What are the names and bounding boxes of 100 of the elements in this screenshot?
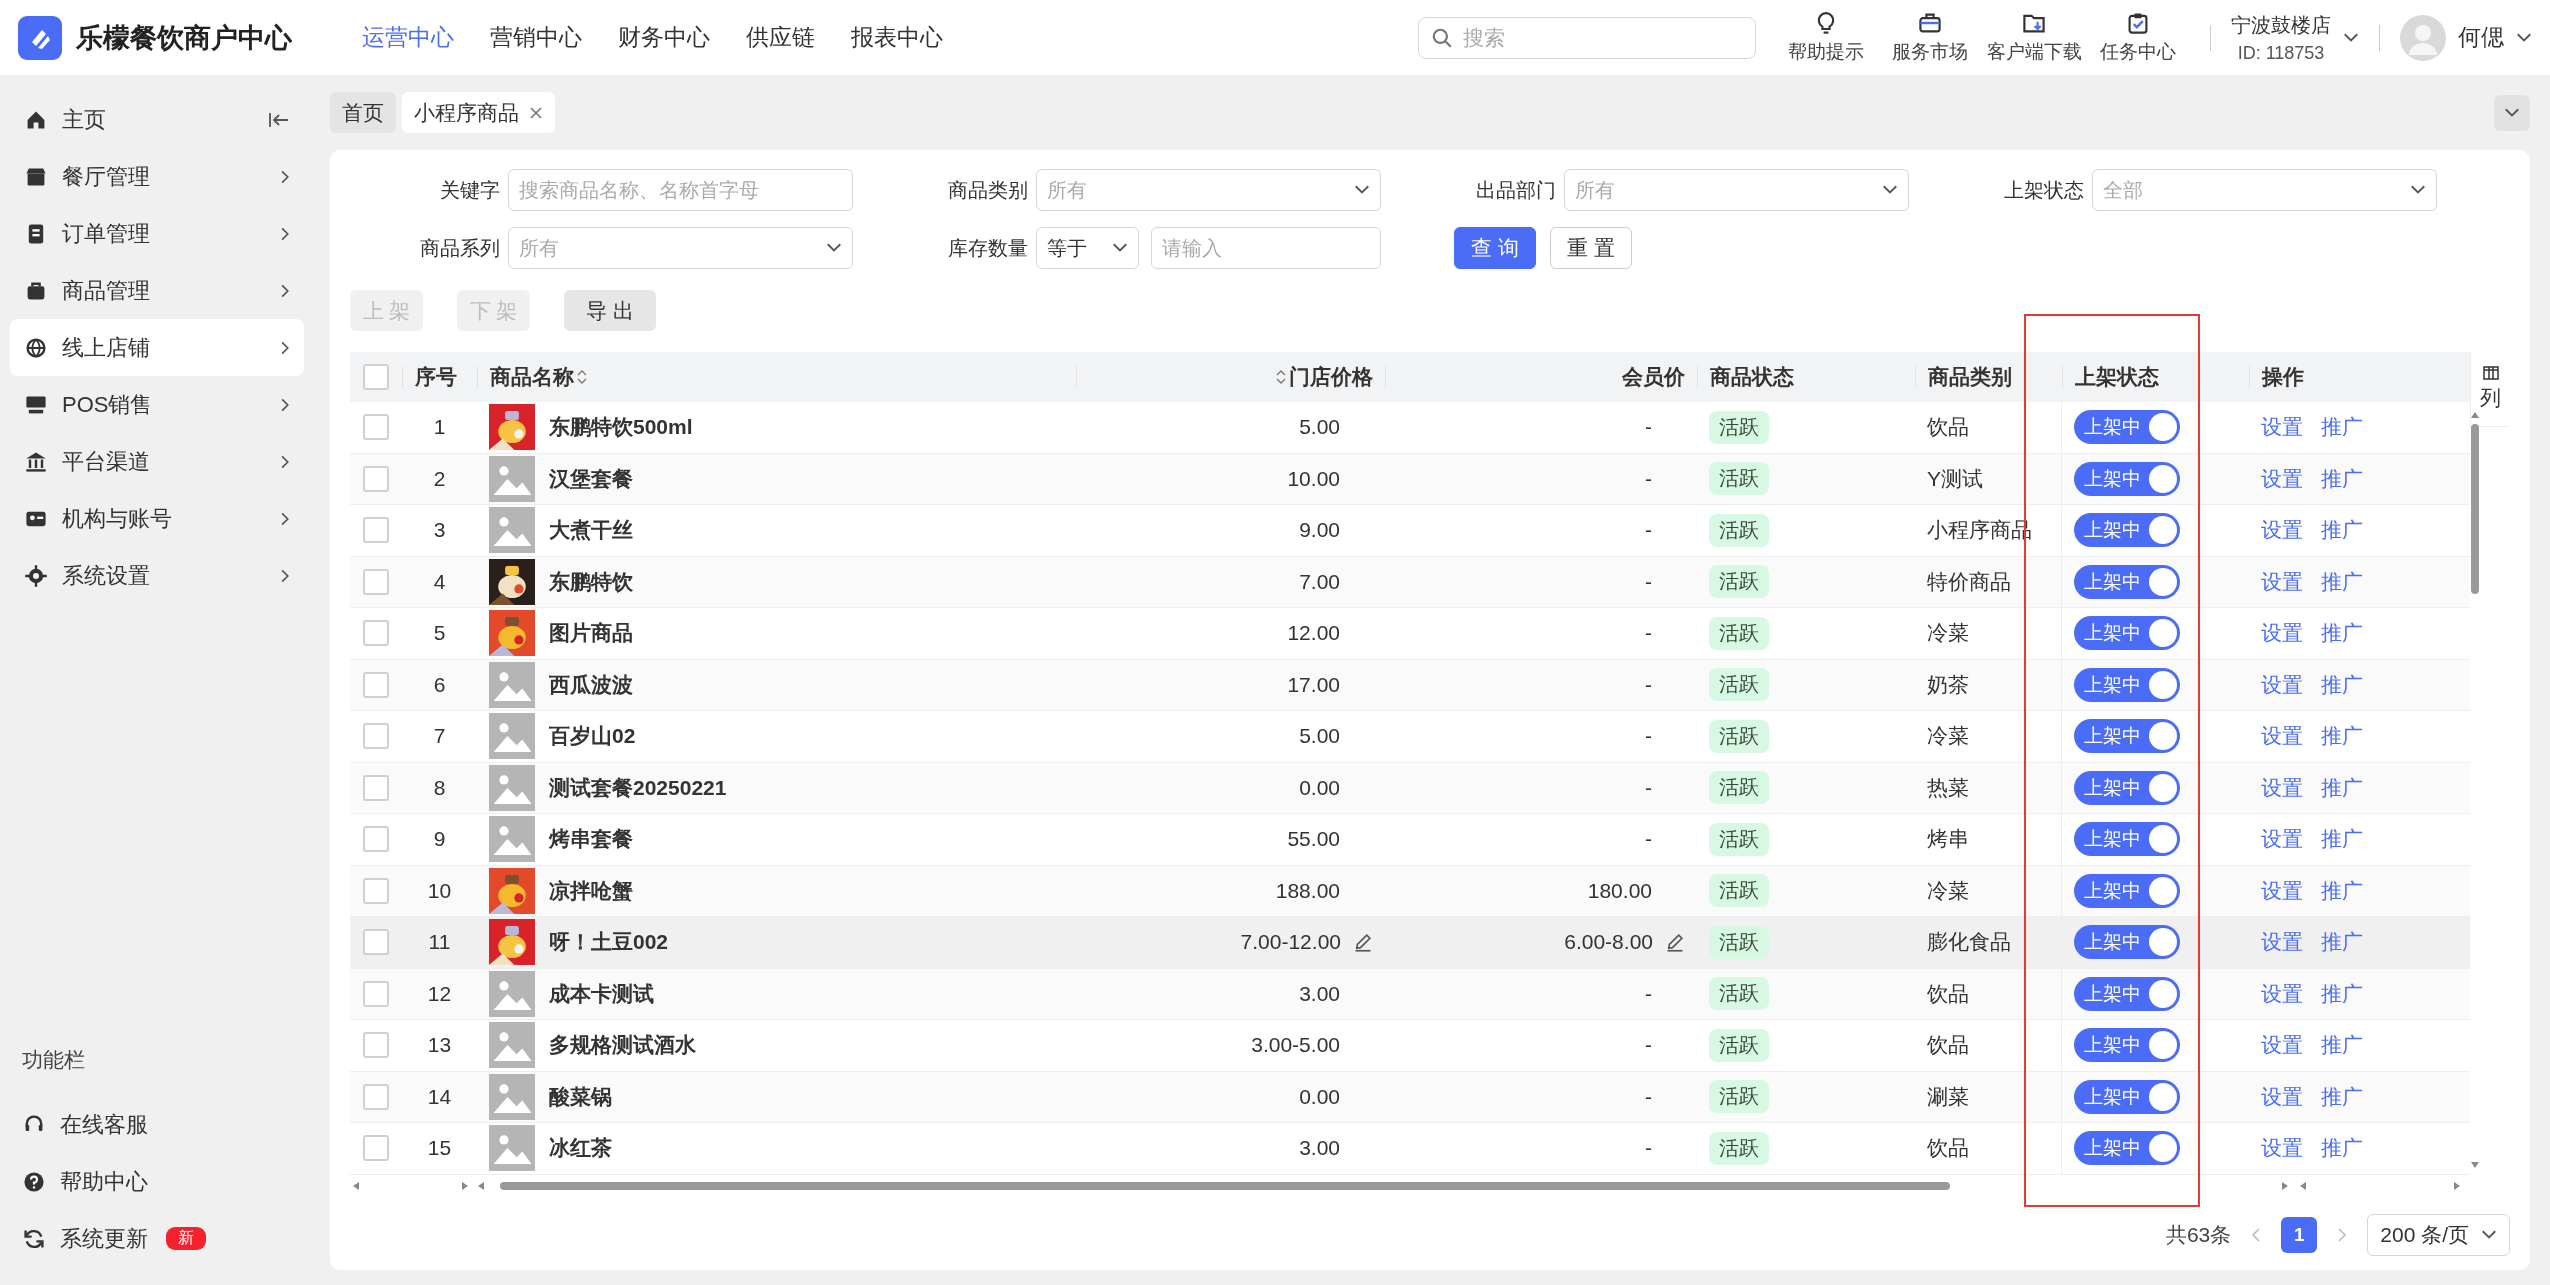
page-size-select[interactable]: 200 条/页 — [2367, 1213, 2510, 1256]
sidebar-item[interactable]: 线上店铺 — [10, 319, 304, 376]
next-page-icon[interactable] — [2337, 1226, 2348, 1243]
listing-toggle[interactable]: 上架中 — [2074, 616, 2180, 651]
checkbox[interactable] — [363, 364, 389, 390]
action-link[interactable]: 设置 — [2261, 1082, 2303, 1111]
pencil-icon[interactable] — [1353, 932, 1373, 953]
checkbox[interactable] — [363, 826, 389, 853]
listing-toggle[interactable]: 上架中 — [2074, 410, 2180, 445]
action-link[interactable]: 推广 — [2321, 516, 2363, 545]
checkbox[interactable] — [363, 671, 389, 698]
sort-icon[interactable] — [1276, 369, 1286, 385]
toolbar-button[interactable]: 帮助提示 — [1774, 10, 1878, 65]
sort-icon[interactable] — [577, 369, 587, 385]
action-link[interactable]: 设置 — [2261, 1031, 2303, 1060]
listing-toggle[interactable]: 上架中 — [2074, 822, 2180, 857]
action-link[interactable]: 设置 — [2261, 928, 2303, 957]
action-link[interactable]: 推广 — [2321, 722, 2363, 751]
page-button[interactable]: 1 — [2281, 1216, 2318, 1253]
action-link[interactable]: 推广 — [2321, 413, 2363, 442]
checkbox[interactable] — [363, 877, 389, 904]
action-link[interactable]: 推广 — [2321, 1031, 2363, 1060]
action-link[interactable]: 设置 — [2261, 619, 2303, 648]
action-link[interactable]: 推广 — [2321, 670, 2363, 699]
action-link[interactable]: 设置 — [2261, 670, 2303, 699]
keyword-field[interactable]: 搜索商品名称、名称首字母 — [508, 169, 853, 211]
checkbox[interactable] — [363, 568, 389, 595]
listing-toggle[interactable]: 上架中 — [2074, 461, 2180, 496]
sidebar-item[interactable]: 机构与账号 — [10, 490, 304, 547]
nav-tab[interactable]: 报表中心 — [851, 22, 943, 53]
action-link[interactable]: 推广 — [2321, 619, 2363, 648]
toolbar-button[interactable]: 任务中心 — [2086, 10, 2190, 65]
action-link[interactable]: 推广 — [2321, 1082, 2363, 1111]
listing-toggle[interactable]: 上架中 — [2074, 1028, 2180, 1063]
sidebar-link[interactable]: 系统更新 — [60, 1223, 148, 1254]
listing-toggle[interactable]: 上架中 — [2074, 564, 2180, 599]
avatar-icon[interactable] — [2400, 14, 2446, 61]
user-name[interactable]: 何偲 — [2458, 22, 2504, 53]
action-link[interactable]: 设置 — [2261, 516, 2303, 545]
nav-tab[interactable]: 供应链 — [746, 22, 815, 53]
reset-button[interactable]: 重 置 — [1549, 227, 1632, 269]
listing-toggle[interactable]: 上架中 — [2074, 976, 2180, 1011]
checkbox[interactable] — [363, 517, 389, 544]
page-tab[interactable]: 小程序商品 — [402, 92, 555, 133]
sidebar-item[interactable]: 餐厅管理 — [10, 148, 304, 205]
action-link[interactable]: 推广 — [2321, 567, 2363, 596]
action-link[interactable]: 设置 — [2261, 1134, 2303, 1163]
checkbox[interactable] — [363, 620, 389, 647]
toolbar-button[interactable]: 服务市场 — [1878, 10, 1982, 65]
page-tab[interactable]: 首页 — [330, 92, 396, 133]
action-link[interactable]: 设置 — [2261, 876, 2303, 905]
operator-select[interactable]: 等于 — [1036, 227, 1139, 269]
listing-toggle[interactable]: 上架中 — [2074, 719, 2180, 754]
nav-tab[interactable]: 运营中心 — [362, 22, 454, 53]
close-icon[interactable] — [529, 105, 543, 120]
sidebar-item[interactable]: 商品管理 — [10, 262, 304, 319]
sidebar-link[interactable]: 帮助中心 — [60, 1166, 148, 1197]
sidebar-item[interactable]: POS销售 — [10, 376, 304, 433]
sidebar-item[interactable]: 平台渠道 — [10, 433, 304, 490]
action-link[interactable]: 设置 — [2261, 825, 2303, 854]
action-link[interactable]: 推广 — [2321, 876, 2363, 905]
listing-toggle[interactable]: 上架中 — [2074, 667, 2180, 702]
nav-tab[interactable]: 财务中心 — [618, 22, 710, 53]
checkbox[interactable] — [363, 414, 389, 441]
action-link[interactable]: 设置 — [2261, 979, 2303, 1008]
sidebar-item[interactable]: 主页 — [10, 91, 304, 148]
action-link[interactable]: 设置 — [2261, 567, 2303, 596]
sidebar-link[interactable]: 在线客服 — [60, 1109, 148, 1140]
checkbox[interactable] — [363, 1083, 389, 1110]
listing-toggle[interactable]: 上架中 — [2074, 770, 2180, 805]
collapse-icon[interactable] — [268, 110, 290, 129]
action-link[interactable]: 推广 — [2321, 825, 2363, 854]
listing-toggle[interactable]: 上架中 — [2074, 1079, 2180, 1114]
checkbox[interactable] — [363, 1032, 389, 1059]
checkbox[interactable] — [363, 465, 389, 492]
action-link[interactable]: 推广 — [2321, 979, 2363, 1008]
previous-page-icon[interactable] — [2251, 1226, 2262, 1243]
sidebar-item[interactable]: 系统设置 — [10, 547, 304, 604]
checkbox[interactable] — [363, 774, 389, 801]
listing-toggle[interactable]: 上架中 — [2074, 873, 2180, 908]
action-link[interactable]: 推广 — [2321, 1134, 2363, 1163]
expand-button[interactable] — [2494, 94, 2530, 131]
action-link[interactable]: 推广 — [2321, 464, 2363, 493]
nav-tab[interactable]: 营销中心 — [490, 22, 582, 53]
query-button[interactable]: 查 询 — [1454, 227, 1536, 269]
select-field[interactable]: 所有 — [1564, 169, 1909, 211]
toolbar-button[interactable]: 客户端下载 — [1982, 10, 2086, 65]
checkbox[interactable] — [363, 980, 389, 1007]
store-name[interactable]: 宁波鼓楼店 — [2231, 11, 2331, 39]
checkbox[interactable] — [363, 929, 389, 956]
checkbox[interactable] — [363, 723, 389, 750]
listing-toggle[interactable]: 上架中 — [2074, 513, 2180, 548]
select-field[interactable]: 全部 — [2092, 169, 2437, 211]
action-link[interactable]: 设置 — [2261, 464, 2303, 493]
action-link[interactable]: 设置 — [2261, 722, 2303, 751]
select-field[interactable]: 所有 — [1036, 169, 1381, 211]
sidebar-item[interactable]: 订单管理 — [10, 205, 304, 262]
pencil-icon[interactable] — [1665, 932, 1685, 953]
action-link[interactable]: 设置 — [2261, 413, 2303, 442]
checkbox[interactable] — [363, 1135, 389, 1162]
